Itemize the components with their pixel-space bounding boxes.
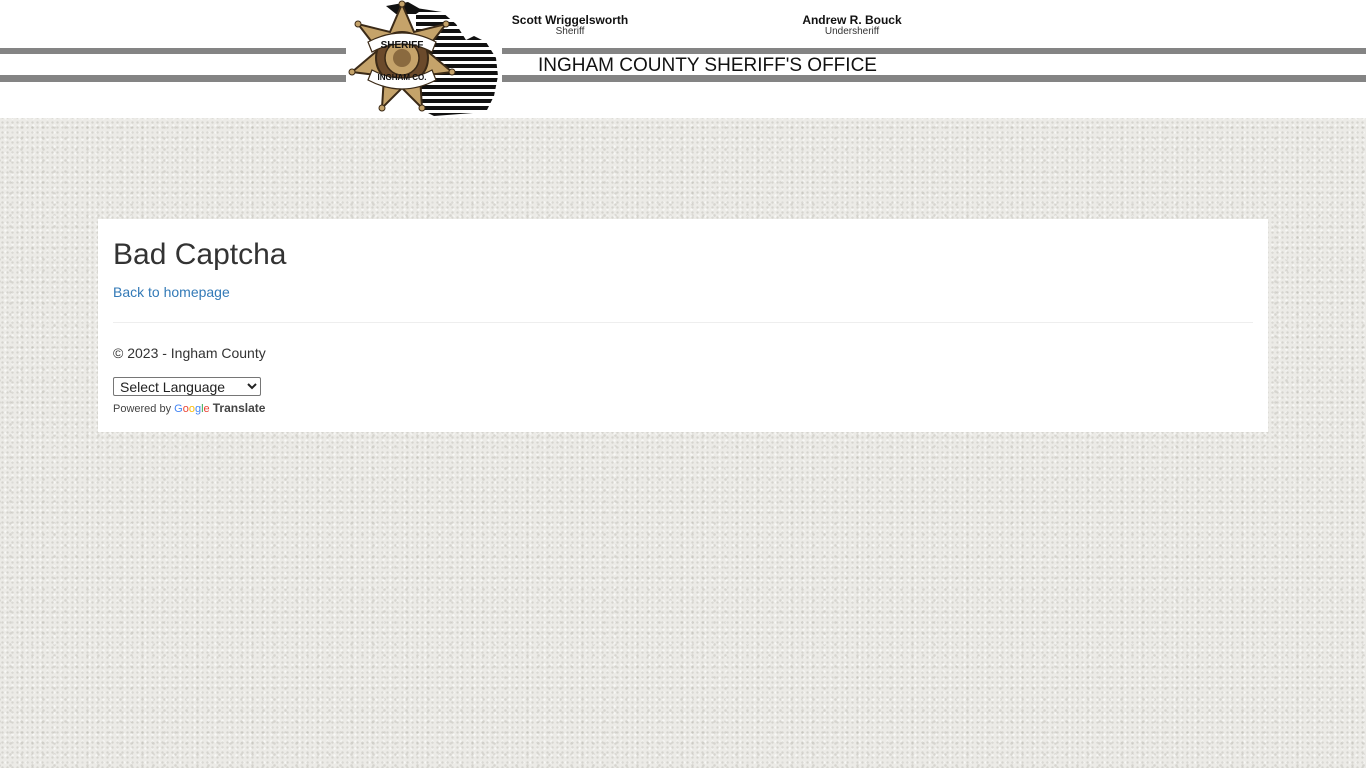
google-logo[interactable]: Google <box>174 403 210 415</box>
badge-bottom-text: INGHAM CO. <box>378 73 427 82</box>
copyright-text: © 2023 - Ingham County <box>113 345 266 361</box>
undersheriff-name: Andrew R. Bouck <box>802 13 902 27</box>
undersheriff-title: Undersheriff <box>824 26 880 37</box>
badge-top-text: SHERIFF <box>381 40 424 51</box>
sheriff-logo: SHERIFF INGHAM CO. <box>346 0 502 118</box>
content-panel: Bad Captcha Back to homepage © 2023 - In… <box>98 219 1268 432</box>
powered-by-google-translate: Powered by Google Translate <box>113 401 265 416</box>
sheriff-title: Sheriff <box>555 26 585 37</box>
page-title: Bad Captcha <box>113 238 287 271</box>
sheriff-name: Scott Wriggelsworth <box>511 13 629 27</box>
office-name: INGHAM COUNTY SHERIFF'S OFFICE <box>538 55 877 76</box>
footer-divider <box>113 322 1253 323</box>
language-select[interactable]: Select Language <box>113 377 261 396</box>
powered-by-label: Powered by <box>113 403 172 415</box>
back-to-homepage-link[interactable]: Back to homepage <box>113 283 230 301</box>
translate-link[interactable]: Translate <box>213 401 266 415</box>
site-header: SHERIFF INGHAM CO. Scott Wriggelsworth S… <box>0 0 1366 118</box>
sheriff-block: Scott Wriggelsworth Sheriff <box>506 14 634 38</box>
undersheriff-block: Andrew R. Bouck Undersheriff <box>796 14 908 38</box>
sheriff-badge-icon: SHERIFF INGHAM CO. <box>348 0 498 116</box>
